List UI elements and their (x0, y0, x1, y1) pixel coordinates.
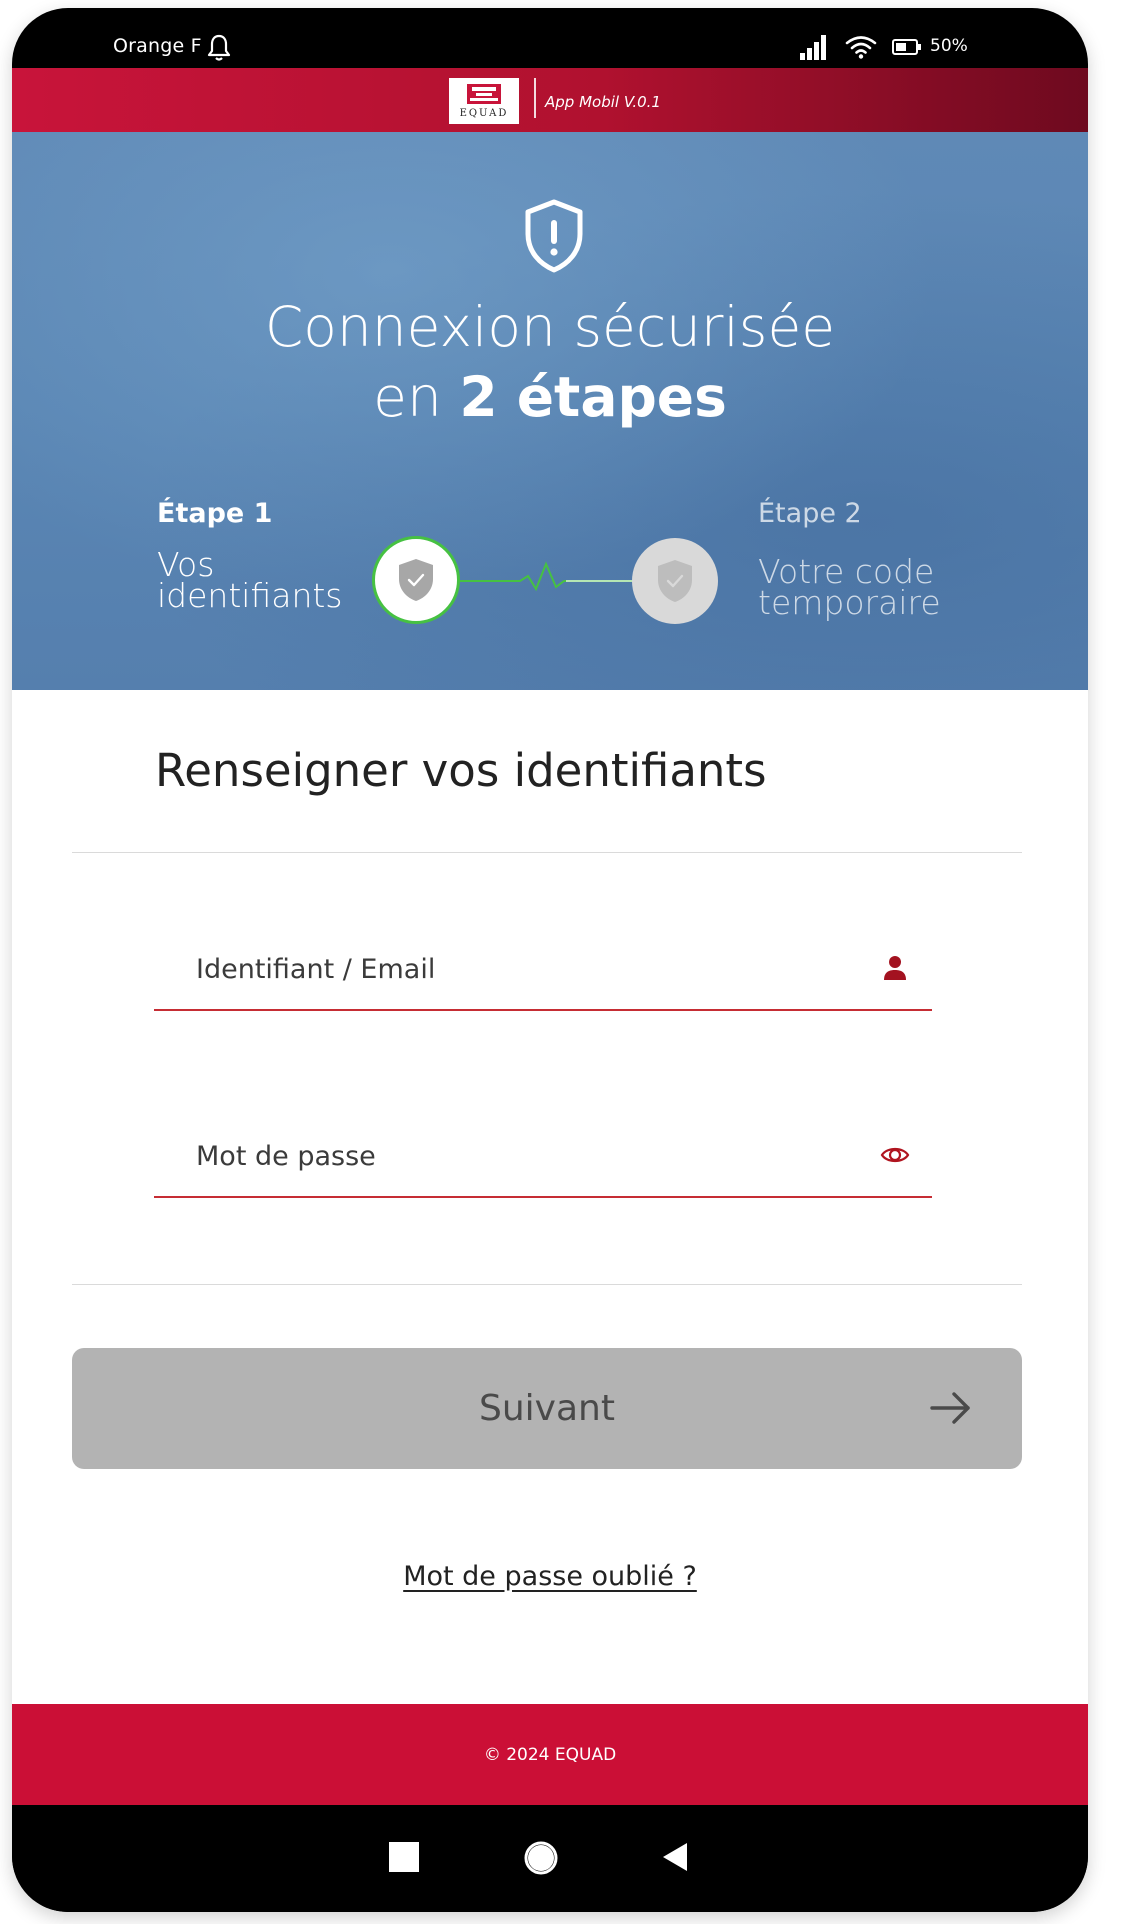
back-button[interactable] (660, 1840, 690, 1874)
password-field[interactable] (154, 1118, 932, 1198)
divider-bottom (72, 1284, 1022, 1285)
home-button[interactable] (523, 1840, 559, 1876)
device-frame: Orange F 50% EQUAD App Mobil V.0.1 Conne… (12, 8, 1088, 1912)
step-2-title: Étape 2 (758, 498, 862, 529)
next-button-label: Suivant (479, 1388, 615, 1429)
form-title: Renseigner vos identifiants (155, 744, 767, 797)
bell-icon (207, 34, 231, 61)
battery-percent: 50% (930, 36, 968, 56)
shield-check-icon (658, 560, 692, 602)
shield-check-icon (399, 559, 433, 601)
hero-banner: Connexion sécurisée en 2 étapes Étape 1 … (12, 132, 1088, 690)
user-icon (884, 956, 906, 980)
hero-title-prefix: en (373, 365, 442, 429)
step-1-description: Vos identifiants (157, 545, 343, 615)
wifi-icon (845, 36, 877, 59)
username-input[interactable] (194, 945, 848, 993)
carrier-name: Orange F (113, 35, 202, 57)
username-field[interactable] (154, 931, 932, 1011)
hero-title-bold: 2 étapes (459, 365, 727, 429)
step-2-description: Votre code temporaire (758, 552, 941, 622)
status-bar: Orange F 50% (12, 8, 1088, 68)
next-button[interactable]: Suivant (72, 1348, 1022, 1469)
brand-divider (534, 78, 536, 118)
logo-text: EQUAD (459, 107, 509, 119)
step-1-title: Étape 1 (157, 498, 273, 529)
equad-logo: EQUAD (449, 78, 519, 124)
recent-apps-button[interactable] (387, 1840, 421, 1874)
footer: © 2024 EQUAD (12, 1704, 1088, 1805)
hero-title: Connexion sécurisée en 2 étapes (12, 292, 1088, 432)
login-form: Renseigner vos identifiants Suivant (12, 690, 1088, 1704)
forgot-password-link[interactable]: Mot de passe oublié ? (12, 1561, 1088, 1592)
step-1-indicator (372, 536, 460, 624)
arrow-right-icon (930, 1392, 970, 1424)
step-connector (458, 561, 634, 592)
step-2-indicator (632, 538, 718, 624)
shield-alert-icon (525, 199, 583, 273)
password-input[interactable] (194, 1132, 848, 1180)
app-version: App Mobil V.0.1 (545, 93, 661, 111)
footer-copyright: © 2024 EQUAD (483, 1744, 617, 1765)
signal-icon (800, 35, 826, 60)
brand-bar: EQUAD App Mobil V.0.1 (12, 68, 1088, 132)
hero-title-line1: Connexion sécurisée (264, 295, 836, 359)
android-nav-bar (12, 1805, 1088, 1912)
battery-icon (892, 39, 921, 55)
logo-mark-icon (467, 83, 501, 104)
eye-icon[interactable] (880, 1140, 910, 1170)
screen: Orange F 50% EQUAD App Mobil V.0.1 Conne… (12, 8, 1088, 1912)
divider-top (72, 852, 1022, 853)
